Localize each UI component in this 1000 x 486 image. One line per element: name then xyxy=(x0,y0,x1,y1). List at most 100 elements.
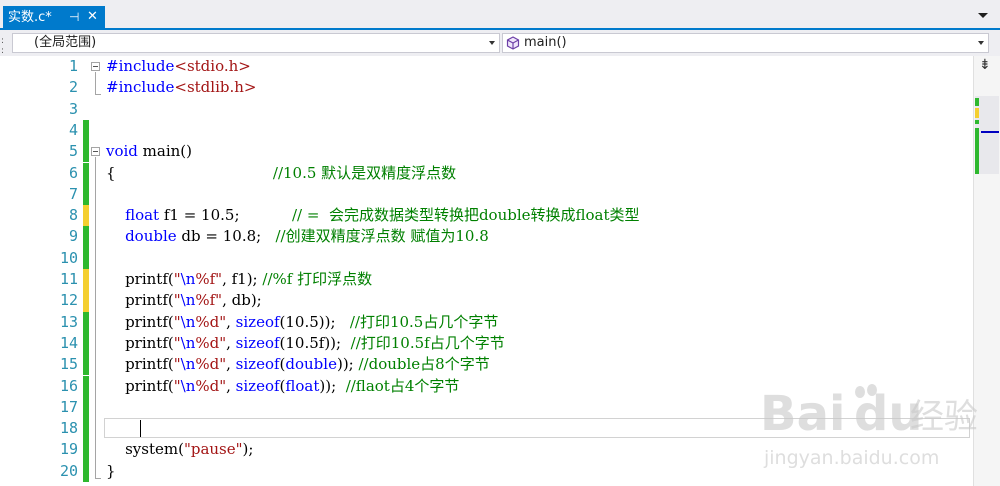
code-token: " xyxy=(173,291,181,310)
change-marker xyxy=(83,332,89,355)
code-line[interactable]: 3 xyxy=(0,99,973,120)
collapse-icon[interactable] xyxy=(91,147,100,157)
code-token: float xyxy=(125,206,160,225)
code-line[interactable]: 4 xyxy=(0,119,973,142)
code-line[interactable]: 2 #include<stdlib.h> xyxy=(0,77,973,98)
code-token: f1 = 10.5; xyxy=(159,206,292,225)
code-token: %d" xyxy=(195,355,227,374)
document-tab[interactable]: 实数.c* ⊣ ✕ xyxy=(3,6,105,30)
code-line[interactable]: 7 xyxy=(0,183,973,206)
code-line[interactable]: 5 void main() xyxy=(0,141,973,163)
line-number: 3 xyxy=(68,99,78,118)
code-line[interactable]: 10 xyxy=(0,247,973,269)
code-token: //%f 打印浮点数 xyxy=(262,270,373,288)
code-line[interactable]: 9 double db = 10.8; //创建双精度浮点数 赋值为10.8 xyxy=(0,226,973,248)
text-caret xyxy=(140,420,141,438)
code-line[interactable]: 11 printf("\n%f", f1); //%f 打印浮点数 xyxy=(0,269,973,291)
code-token: float xyxy=(285,376,320,395)
change-marker xyxy=(83,290,89,312)
code-token: , db); xyxy=(222,291,262,310)
code-token: void xyxy=(106,142,138,161)
change-marker xyxy=(83,354,89,376)
code-token: \n xyxy=(180,291,196,310)
code-token: } xyxy=(106,461,116,480)
code-text: #include<stdlib.h> xyxy=(106,77,256,98)
code-text: printf("\n%d", sizeof(double)); //double… xyxy=(106,354,490,375)
code-line[interactable]: 14 printf("\n%d", sizeof(10.5f)); //打印10… xyxy=(0,332,973,355)
change-marker xyxy=(83,183,89,206)
code-line[interactable]: 1 #include<stdio.h> xyxy=(0,56,973,77)
change-marker xyxy=(83,439,89,461)
code-token: " xyxy=(173,312,181,331)
code-text: } xyxy=(106,461,116,482)
close-icon[interactable]: ✕ xyxy=(87,9,98,25)
collapse-icon[interactable] xyxy=(91,62,100,71)
scroll-change-marker xyxy=(975,120,979,124)
code-token: \n xyxy=(180,333,196,352)
code-text: printf("\n%d", sizeof(10.5f)); //打印10.5f… xyxy=(106,333,505,354)
line-number: 20 xyxy=(59,461,78,480)
change-marker xyxy=(83,247,89,269)
code-token: , xyxy=(226,376,236,395)
code-token: %d" xyxy=(195,312,227,331)
line-number: 18 xyxy=(59,419,78,438)
chevron-down-icon xyxy=(489,41,495,45)
side-handle-icon: :: xyxy=(1,36,5,56)
code-text: printf("\n%d", sizeof(10.5)); //打印10.5占几… xyxy=(106,312,498,333)
code-line[interactable]: 6 { //10.5 默认是双精度浮点数 xyxy=(0,162,973,184)
code-token: printf( xyxy=(106,333,174,352)
code-token: , xyxy=(226,312,236,331)
pin-icon[interactable]: ⊣ xyxy=(69,9,79,25)
watermark-url: jingyan.baidu.com xyxy=(763,447,939,469)
line-number: 14 xyxy=(59,333,78,352)
member-dropdown-label: main() xyxy=(524,35,567,50)
code-token: , xyxy=(226,355,236,374)
code-token: (10.5)); xyxy=(279,312,350,331)
change-marker xyxy=(83,119,89,142)
scope-dropdown[interactable]: (全局范围) xyxy=(12,33,500,53)
code-line[interactable]: 13 printf("\n%d", sizeof(10.5)); //打印10.… xyxy=(0,311,973,333)
line-number: 17 xyxy=(59,397,78,416)
code-text: printf("\n%d", sizeof(float)); //flaot占4… xyxy=(106,376,459,397)
code-token: // = 会完成数据类型转换把double转换成float类型 xyxy=(291,206,640,225)
code-token: \n xyxy=(180,312,196,331)
code-token: double xyxy=(285,355,337,374)
change-marker xyxy=(83,205,89,227)
code-token: " xyxy=(173,355,181,374)
code-token: <stdlib.h> xyxy=(174,78,257,97)
outline-guide xyxy=(95,72,96,96)
code-token: double xyxy=(125,227,177,246)
code-token: system( xyxy=(106,440,184,459)
document-tab-strip: 实数.c* ⊣ ✕ xyxy=(0,0,1000,30)
code-token: %f" xyxy=(195,270,223,288)
code-token: { xyxy=(106,163,273,182)
method-icon xyxy=(506,36,520,50)
line-number: 5 xyxy=(68,142,78,161)
code-token: , f1); xyxy=(222,270,263,288)
tab-title: 实数.c* xyxy=(8,10,52,25)
tab-overflow-dropdown-icon[interactable] xyxy=(978,13,988,18)
watermark-suffix: 经验 xyxy=(910,397,978,437)
splitter-icon[interactable]: ⇟ xyxy=(979,58,991,72)
change-marker xyxy=(83,162,89,184)
code-token: //打印10.5占几个字节 xyxy=(349,312,499,331)
code-token: //10.5 默认是双精度浮点数 xyxy=(272,163,457,182)
change-marker xyxy=(83,460,89,482)
code-token: db = 10.8; xyxy=(176,227,276,246)
code-text: void main() xyxy=(106,141,192,162)
code-token: "pause" xyxy=(183,440,243,459)
line-number: 6 xyxy=(68,163,78,182)
code-line[interactable]: 12 printf("\n%f", db); xyxy=(0,290,973,312)
code-token: //double占8个字节 xyxy=(358,355,490,374)
outline-guide-end xyxy=(95,477,101,479)
code-token: //打印10.5f占几个字节 xyxy=(350,333,505,352)
line-number: 8 xyxy=(68,206,78,225)
change-marker xyxy=(83,226,89,248)
line-number: 2 xyxy=(68,78,78,97)
member-dropdown[interactable]: main() xyxy=(502,33,989,53)
code-token: " xyxy=(173,270,181,288)
code-line[interactable]: 8 float f1 = 10.5; // = 会完成数据类型转换把double… xyxy=(0,205,973,227)
code-token: //创建双精度浮点数 赋值为10.8 xyxy=(275,227,489,246)
